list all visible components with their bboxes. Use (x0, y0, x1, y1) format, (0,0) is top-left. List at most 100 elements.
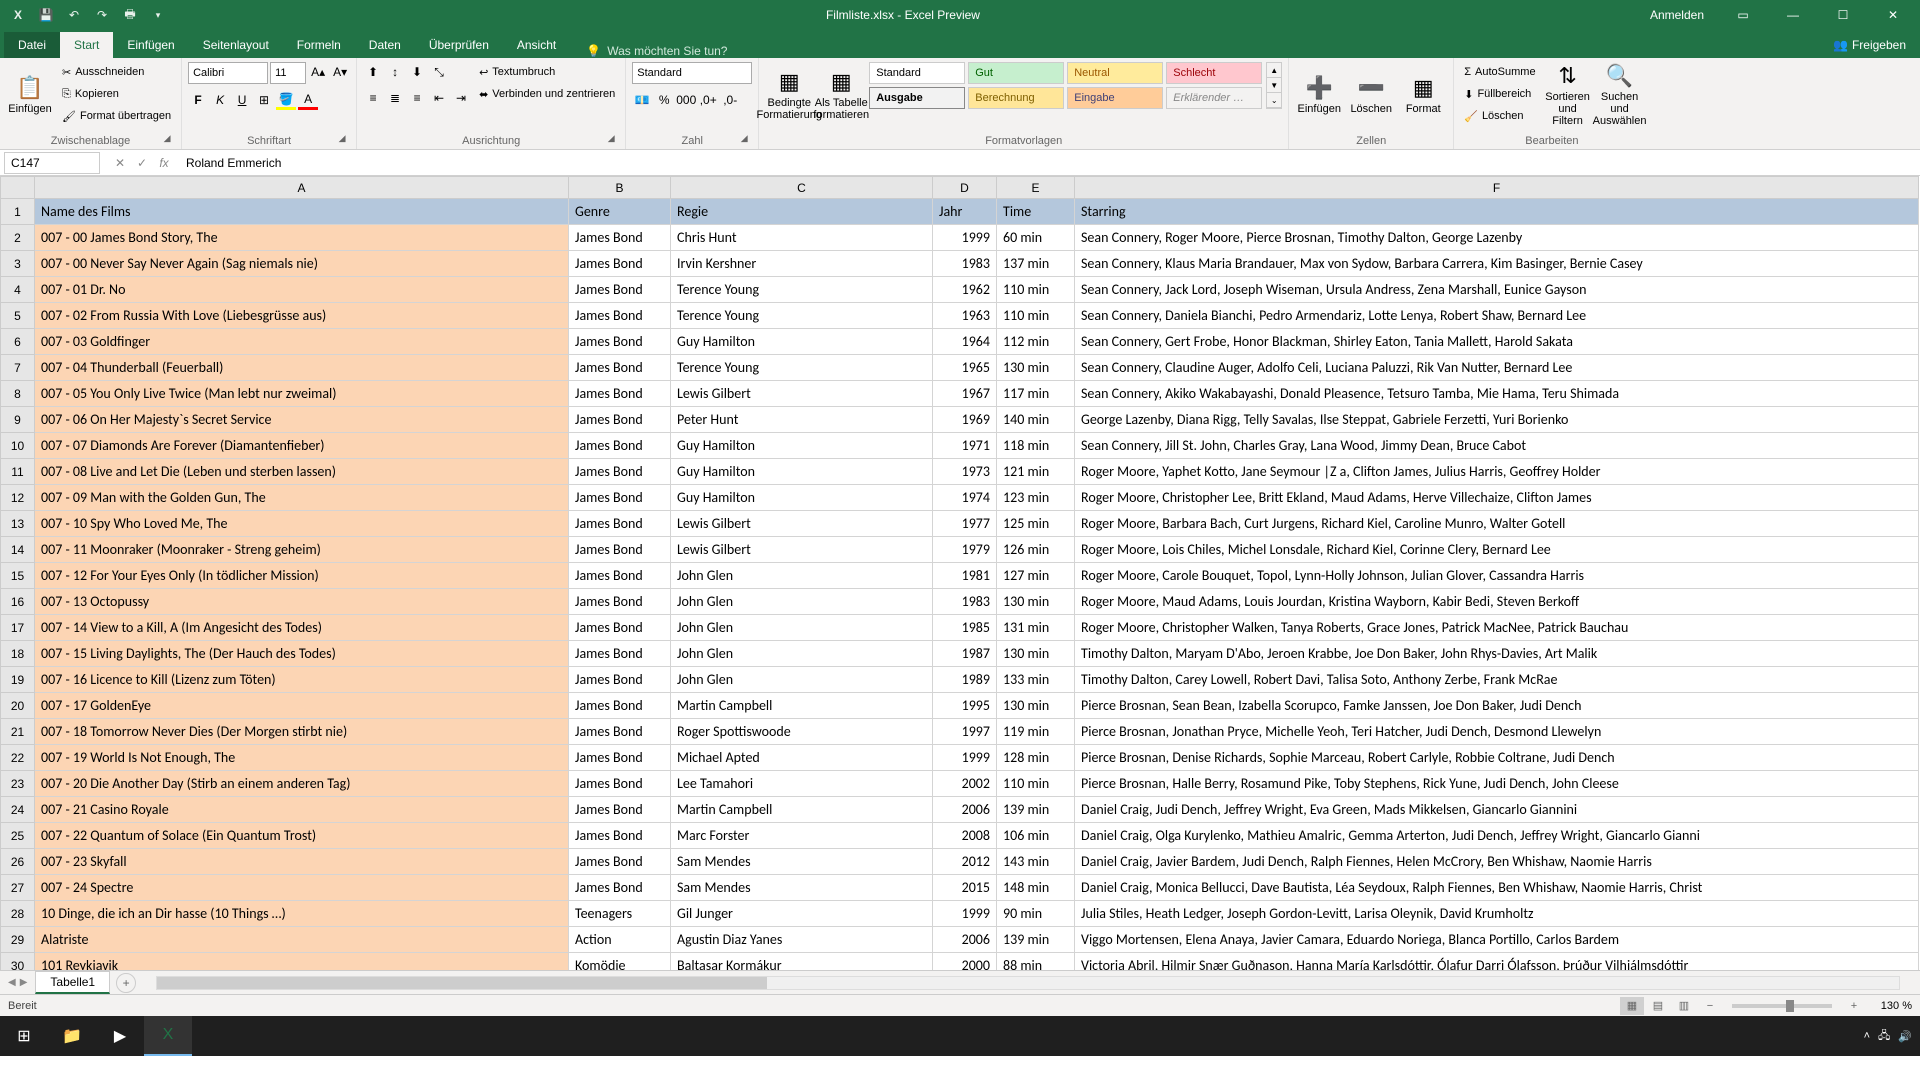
cell[interactable]: 121 min (997, 459, 1075, 485)
header-cell[interactable]: Genre (569, 199, 671, 225)
row-header[interactable]: 4 (1, 277, 35, 303)
cell[interactable]: Roger Moore, Carole Bouquet, Topol, Lynn… (1075, 563, 1919, 589)
maximize-icon[interactable]: ☐ (1820, 0, 1866, 30)
align-bottom-icon[interactable]: ⬇ (407, 62, 427, 82)
zoom-level[interactable]: 130 % (1868, 1000, 1912, 1012)
cell[interactable]: 139 min (997, 927, 1075, 953)
cell[interactable]: 148 min (997, 875, 1075, 901)
cell[interactable]: 007 - 11 Moonraker (Moonraker - Streng g… (35, 537, 569, 563)
style-neutral[interactable]: Neutral (1067, 62, 1163, 84)
align-right-icon[interactable]: ≡ (407, 88, 427, 108)
redo-icon[interactable]: ↷ (92, 5, 112, 25)
row-header[interactable]: 19 (1, 667, 35, 693)
cell[interactable]: Guy Hamilton (671, 433, 933, 459)
align-left-icon[interactable]: ≡ (363, 88, 383, 108)
cell[interactable]: 128 min (997, 745, 1075, 771)
row-header[interactable]: 20 (1, 693, 35, 719)
tab-data[interactable]: Daten (355, 32, 415, 58)
cell[interactable]: Gil Junger (671, 901, 933, 927)
cell[interactable]: Sean Connery, Roger Moore, Pierce Brosna… (1075, 225, 1919, 251)
row-header[interactable]: 21 (1, 719, 35, 745)
number-format-select[interactable] (632, 62, 752, 84)
zoom-thumb[interactable] (1786, 1000, 1794, 1012)
cell[interactable]: 106 min (997, 823, 1075, 849)
cell[interactable]: James Bond (569, 797, 671, 823)
cell[interactable]: 2008 (933, 823, 997, 849)
view-pagebreak-icon[interactable]: ▥ (1672, 997, 1696, 1015)
align-middle-icon[interactable]: ↕ (385, 62, 405, 82)
header-cell[interactable]: Regie (671, 199, 933, 225)
cell[interactable]: 60 min (997, 225, 1075, 251)
gallery-up-icon[interactable]: ▲ (1267, 63, 1281, 78)
cell[interactable]: 007 - 10 Spy Who Loved Me, The (35, 511, 569, 537)
sheet-tab[interactable]: Tabelle1 (35, 971, 110, 994)
spreadsheet-grid[interactable]: ABCDEF 1Name des FilmsGenreRegieJahrTime… (0, 176, 1920, 970)
cell[interactable]: Roger Moore, Christopher Lee, Britt Ekla… (1075, 485, 1919, 511)
cell[interactable]: 007 - 15 Living Daylights, The (Der Hauc… (35, 641, 569, 667)
cell[interactable]: James Bond (569, 537, 671, 563)
italic-button[interactable]: K (210, 90, 230, 110)
row-header[interactable]: 5 (1, 303, 35, 329)
cell[interactable]: Pierce Brosnan, Jonathan Pryce, Michelle… (1075, 719, 1919, 745)
cell[interactable]: 130 min (997, 589, 1075, 615)
cell[interactable]: James Bond (569, 459, 671, 485)
sort-filter-button[interactable]: ⇅Sortieren und Filtern (1544, 62, 1592, 128)
scrollbar-thumb[interactable] (157, 977, 767, 989)
merge-center-button[interactable]: ⬌Verbinden und zentrieren (475, 84, 619, 104)
cell[interactable]: Timothy Dalton, Carey Lowell, Robert Dav… (1075, 667, 1919, 693)
cell[interactable]: James Bond (569, 641, 671, 667)
paste-button[interactable]: 📋Einfügen (6, 62, 54, 128)
indent-decrease-icon[interactable]: ⇤ (429, 88, 449, 108)
cell[interactable]: 117 min (997, 381, 1075, 407)
cell[interactable]: Pierce Brosnan, Sean Bean, Izabella Scor… (1075, 693, 1919, 719)
row-header[interactable]: 7 (1, 355, 35, 381)
cell[interactable]: 1999 (933, 901, 997, 927)
cell[interactable]: Roger Moore, Barbara Bach, Curt Jurgens,… (1075, 511, 1919, 537)
cell[interactable]: Guy Hamilton (671, 485, 933, 511)
bold-button[interactable]: F (188, 90, 208, 110)
cell[interactable]: 007 - 00 James Bond Story, The (35, 225, 569, 251)
cell[interactable]: 137 min (997, 251, 1075, 277)
cell[interactable]: Terence Young (671, 303, 933, 329)
cell[interactable]: Sean Connery, Jill St. John, Charles Gra… (1075, 433, 1919, 459)
cell[interactable]: 007 - 08 Live and Let Die (Leben und ste… (35, 459, 569, 485)
cell[interactable]: James Bond (569, 875, 671, 901)
cell[interactable]: James Bond (569, 771, 671, 797)
style-input[interactable]: Eingabe (1067, 87, 1163, 109)
cell[interactable]: 130 min (997, 693, 1075, 719)
cell[interactable]: 1967 (933, 381, 997, 407)
cell[interactable]: 007 - 03 Goldfinger (35, 329, 569, 355)
header-cell[interactable]: Time (997, 199, 1075, 225)
tray-volume-icon[interactable]: 🔊 (1898, 1030, 1912, 1043)
cell[interactable]: Pierce Brosnan, Denise Richards, Sophie … (1075, 745, 1919, 771)
cell[interactable]: 007 - 05 You Only Live Twice (Man lebt n… (35, 381, 569, 407)
minimize-icon[interactable]: — (1770, 0, 1816, 30)
cell[interactable]: 133 min (997, 667, 1075, 693)
zoom-in-icon[interactable]: + (1842, 997, 1866, 1015)
cell[interactable]: Sean Connery, Daniela Bianchi, Pedro Arm… (1075, 303, 1919, 329)
cell[interactable]: 1977 (933, 511, 997, 537)
clear-button[interactable]: 🧹Löschen (1460, 106, 1539, 126)
cell[interactable]: 2015 (933, 875, 997, 901)
cell[interactable]: 007 - 01 Dr. No (35, 277, 569, 303)
cell[interactable]: 007 - 21 Casino Royale (35, 797, 569, 823)
style-calculation[interactable]: Berechnung (968, 87, 1064, 109)
find-select-button[interactable]: 🔍Suchen und Auswählen (1596, 62, 1644, 128)
cell[interactable]: 1963 (933, 303, 997, 329)
cell[interactable]: Sean Connery, Klaus Maria Brandauer, Max… (1075, 251, 1919, 277)
cell[interactable]: 2000 (933, 953, 997, 971)
cell[interactable]: Agustin Diaz Yanes (671, 927, 933, 953)
cell[interactable]: 143 min (997, 849, 1075, 875)
cell[interactable]: Lee Tamahori (671, 771, 933, 797)
tab-file[interactable]: Datei (4, 32, 60, 58)
cell[interactable]: 127 min (997, 563, 1075, 589)
cell[interactable]: Victoria Abril, Hilmir Snær Guðnason, Ha… (1075, 953, 1919, 971)
row-header[interactable]: 17 (1, 615, 35, 641)
excel-taskbar-icon[interactable]: X (144, 1016, 192, 1056)
cell[interactable]: Pierce Brosnan, Halle Berry, Rosamund Pi… (1075, 771, 1919, 797)
cell[interactable]: James Bond (569, 277, 671, 303)
signin-link[interactable]: Anmelden (1638, 8, 1716, 22)
fx-icon[interactable]: fx (154, 153, 174, 173)
cell[interactable]: Alatriste (35, 927, 569, 953)
cell[interactable]: 1995 (933, 693, 997, 719)
